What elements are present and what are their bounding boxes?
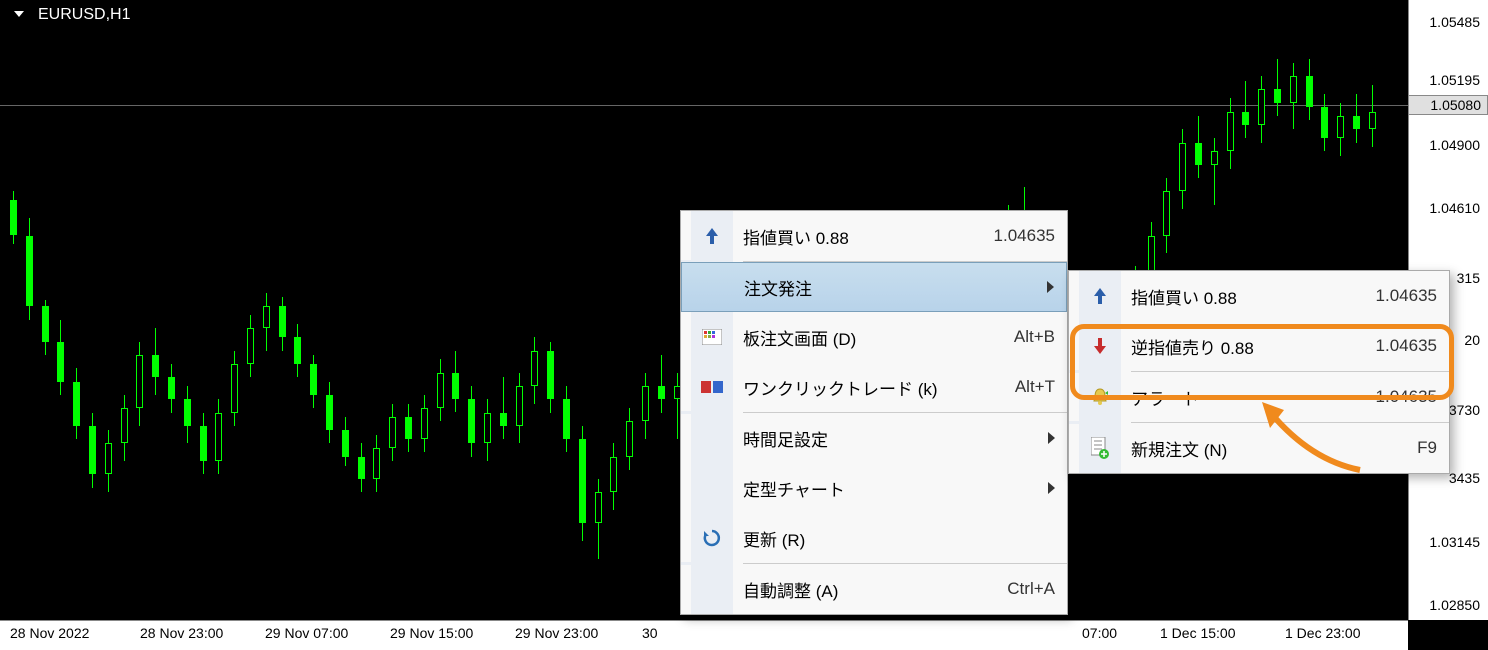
- price-tick: 1.03145: [1429, 534, 1480, 550]
- menu-label: 新規注文 (N): [1131, 436, 1417, 461]
- menu-template[interactable]: 定型チャート: [681, 463, 1067, 513]
- menu-label: 板注文画面 (D): [743, 325, 1014, 350]
- time-tick: 1 Dec 15:00: [1160, 625, 1236, 641]
- menu-label: 更新 (R): [743, 526, 1055, 551]
- price-tick: 1.05195: [1429, 72, 1480, 88]
- menu-label: ワンクリックトレード (k): [743, 375, 1015, 400]
- menu-label: アラート: [1131, 385, 1376, 410]
- menu-label: 指値買い 0.88: [1131, 284, 1376, 309]
- time-tick: 1 Dec 23:00: [1285, 625, 1361, 641]
- time-axis: 28 Nov 2022 28 Nov 23:00 29 Nov 07:00 29 No…: [0, 620, 1408, 650]
- menu-new-order-f9[interactable]: 新規注文 (N) F9: [1069, 423, 1449, 473]
- price-tick: 20: [1464, 332, 1480, 348]
- menu-shortcut: Ctrl+A: [1007, 579, 1055, 599]
- menu-price: 1.04635: [1376, 286, 1437, 306]
- price-tick: 1.04900: [1429, 137, 1480, 153]
- context-menu: 指値買い 0.88 1.04635 注文発注 板注文画面 (D) Alt+B ワ…: [680, 210, 1068, 615]
- time-tick: 07:00: [1082, 625, 1117, 641]
- menu-label: 定型チャート: [743, 476, 1055, 501]
- menu-alert[interactable]: アラート 1.04635: [1069, 372, 1449, 422]
- arrow-down-icon: [1079, 321, 1121, 371]
- menu-refresh[interactable]: 更新 (R): [681, 513, 1067, 563]
- arrow-up-icon: [1079, 271, 1121, 321]
- time-tick: 30: [642, 625, 658, 641]
- menu-shortcut: F9: [1417, 438, 1437, 458]
- time-tick: 29 Nov 23:00: [515, 625, 598, 641]
- current-price-marker: 1.05080: [1408, 95, 1488, 115]
- time-tick: 29 Nov 07:00: [265, 625, 348, 641]
- buy-sell-icon: [691, 362, 733, 412]
- menu-shortcut: Alt+T: [1015, 377, 1055, 397]
- menu-label: 逆指値売り 0.88: [1131, 334, 1376, 359]
- price-tick: 1.02850: [1429, 597, 1480, 613]
- chevron-right-icon: [1047, 281, 1054, 293]
- menu-price: 1.04635: [994, 226, 1055, 246]
- menu-label: 時間足設定: [743, 426, 1055, 451]
- menu-new-order[interactable]: 注文発注: [681, 262, 1067, 312]
- time-tick: 28 Nov 23:00: [140, 625, 223, 641]
- menu-label: 注文発注: [744, 275, 1054, 300]
- menu-price: 1.04635: [1376, 336, 1437, 356]
- grid-icon: [691, 312, 733, 362]
- menu-shortcut: Alt+B: [1014, 327, 1055, 347]
- price-tick: 3730: [1449, 402, 1480, 418]
- chevron-right-icon: [1048, 482, 1055, 494]
- submenu-order: 指値買い 0.88 1.04635 逆指値売り 0.88 1.04635 アラー…: [1068, 270, 1450, 474]
- time-tick: 29 Nov 15:00: [390, 625, 473, 641]
- menu-buy-limit[interactable]: 指値買い 0.88 1.04635: [1069, 271, 1449, 321]
- menu-label: 自動調整 (A): [743, 577, 1007, 602]
- chart-title: EURUSD,H1: [38, 6, 130, 24]
- document-plus-icon: [1079, 423, 1121, 473]
- chevron-right-icon: [1048, 432, 1055, 444]
- price-tick: 3435: [1449, 470, 1480, 486]
- menu-timeframe[interactable]: 時間足設定: [681, 413, 1067, 463]
- menu-sell-stop[interactable]: 逆指値売り 0.88 1.04635: [1069, 321, 1449, 371]
- bell-icon: [1079, 372, 1121, 422]
- menu-auto-adjust[interactable]: 自動調整 (A) Ctrl+A: [681, 564, 1067, 614]
- price-tick: 1.04610: [1429, 200, 1480, 216]
- price-tick: 1.05485: [1429, 14, 1480, 30]
- time-tick: 28 Nov 2022: [10, 625, 89, 641]
- menu-one-click[interactable]: ワンクリックトレード (k) Alt+T: [681, 362, 1067, 412]
- menu-label: 指値買い 0.88: [743, 224, 994, 249]
- chart-dropdown-icon[interactable]: [14, 11, 24, 17]
- arrow-up-icon: [691, 211, 733, 261]
- menu-depth[interactable]: 板注文画面 (D) Alt+B: [681, 312, 1067, 362]
- price-tick: 315: [1457, 270, 1480, 286]
- menu-buy-limit[interactable]: 指値買い 0.88 1.04635: [681, 211, 1067, 261]
- menu-price: 1.04635: [1376, 387, 1437, 407]
- refresh-icon: [691, 513, 733, 563]
- current-price-line: [0, 105, 1408, 106]
